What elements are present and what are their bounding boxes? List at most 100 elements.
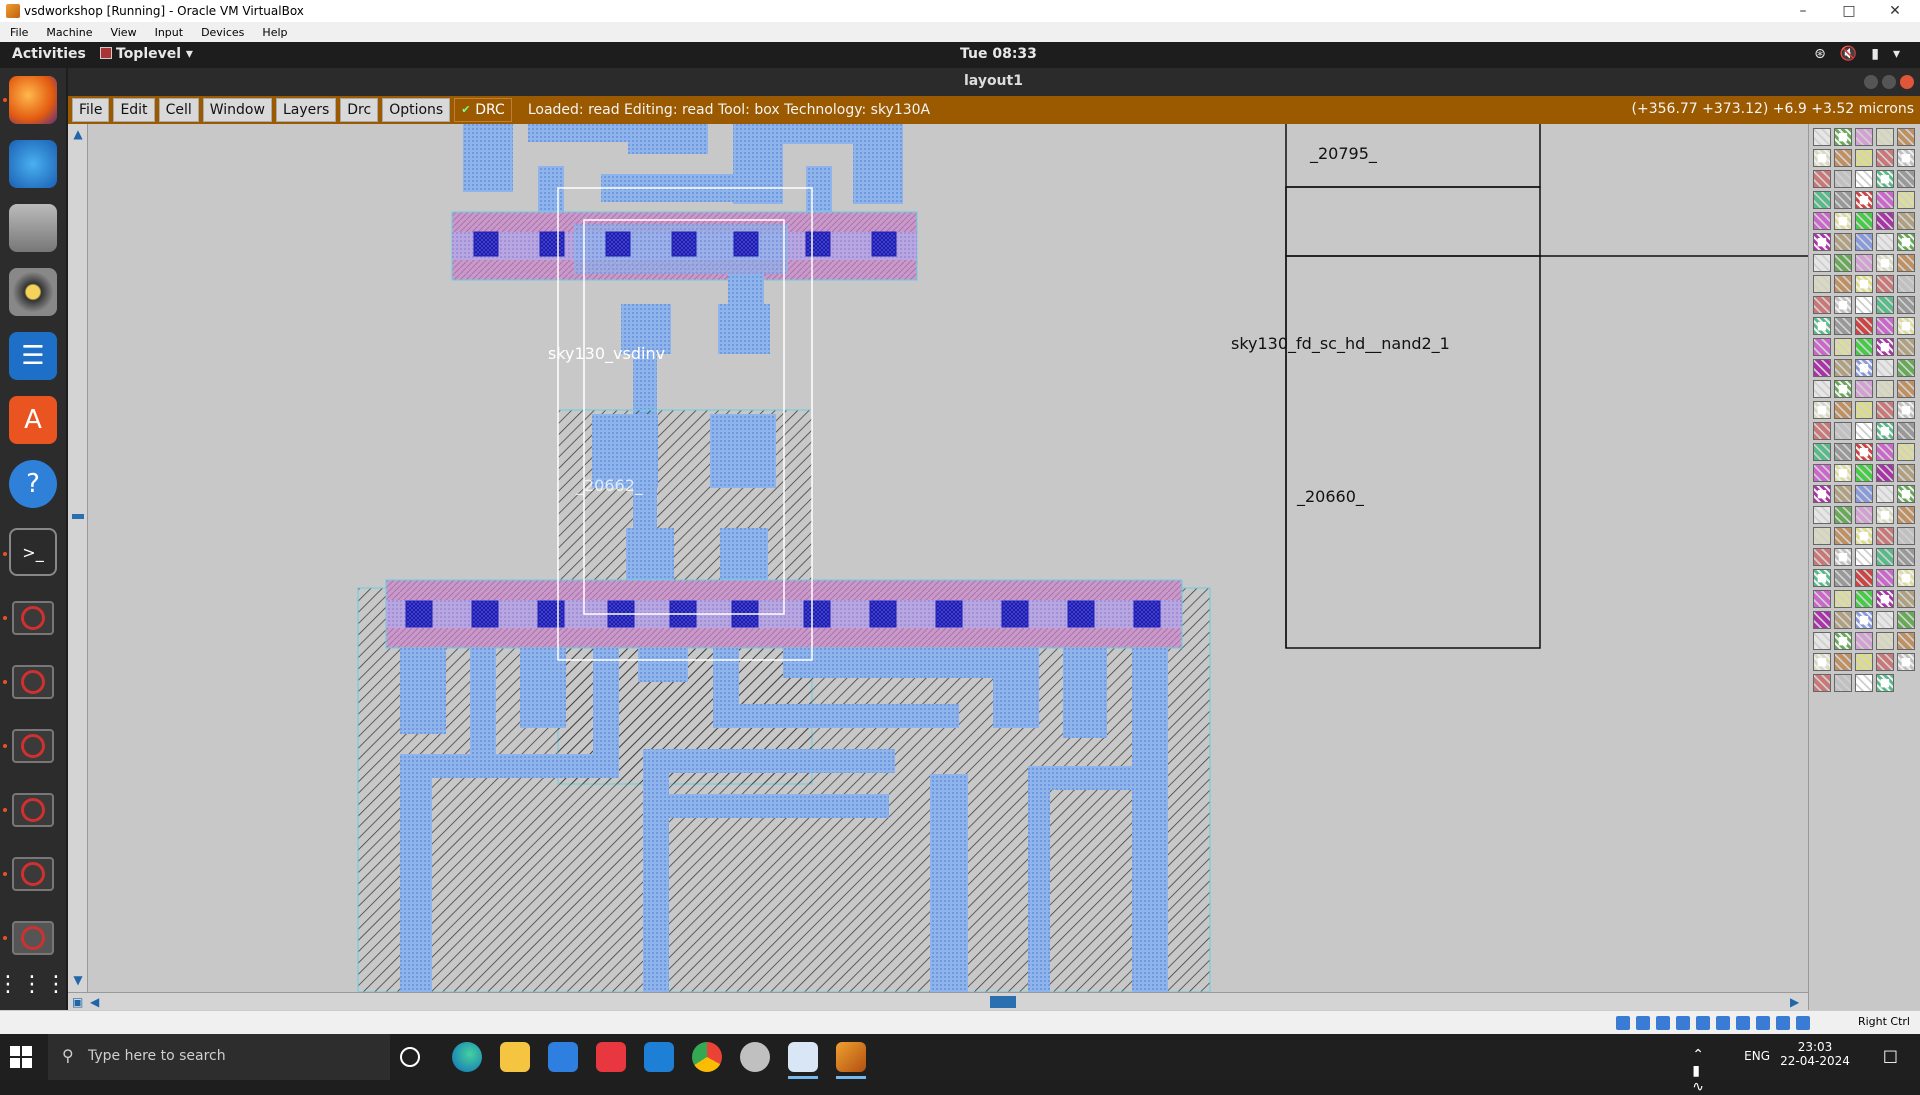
layer-swatch[interactable] <box>1876 128 1894 146</box>
scroll-right-icon[interactable]: ▶ <box>1790 995 1799 1009</box>
windows-start-icon[interactable] <box>10 1046 32 1068</box>
magic-menu-window[interactable]: Window <box>202 98 272 122</box>
scroll-thumb[interactable] <box>990 996 1016 1008</box>
layer-swatch[interactable]: ■ <box>1834 632 1852 650</box>
layer-swatch[interactable] <box>1813 443 1831 461</box>
layer-swatch[interactable]: ■ <box>1855 275 1873 293</box>
layer-swatch[interactable] <box>1813 464 1831 482</box>
layer-swatch[interactable] <box>1834 338 1852 356</box>
layer-swatch[interactable]: ■ <box>1834 212 1852 230</box>
magic-menu-file[interactable]: File <box>72 98 110 122</box>
layer-swatch[interactable] <box>1813 212 1831 230</box>
layer-swatch[interactable]: ■ <box>1813 401 1831 419</box>
layer-swatch[interactable] <box>1855 548 1873 566</box>
layer-swatch[interactable] <box>1834 590 1852 608</box>
layer-swatch[interactable] <box>1897 443 1915 461</box>
layer-swatch[interactable] <box>1876 401 1894 419</box>
layer-swatch[interactable] <box>1897 191 1915 209</box>
cpu-icon[interactable] <box>1776 1016 1790 1030</box>
layer-swatch[interactable] <box>1813 611 1831 629</box>
app-icon[interactable] <box>740 1042 770 1072</box>
layer-swatch[interactable] <box>1897 611 1915 629</box>
layer-swatch[interactable] <box>1876 548 1894 566</box>
mouse-icon[interactable] <box>1796 1016 1810 1030</box>
layer-swatch[interactable] <box>1876 632 1894 650</box>
layer-swatch[interactable] <box>1876 149 1894 167</box>
layout-canvas[interactable]: sky130_vsdinv _20662_ _20795_ sky130_fd_… <box>88 124 1808 992</box>
layer-swatch[interactable] <box>1834 401 1852 419</box>
layer-swatch[interactable] <box>1813 359 1831 377</box>
layer-swatch[interactable] <box>1897 380 1915 398</box>
taskbar-search[interactable]: ⚲ Type here to search <box>48 1034 390 1080</box>
device-icons[interactable] <box>1616 1016 1810 1030</box>
layer-swatch[interactable]: ■ <box>1813 485 1831 503</box>
scroll-left-icon[interactable]: ◀ <box>90 995 99 1009</box>
task-view-icon[interactable] <box>400 1047 420 1067</box>
usb-icon[interactable] <box>1696 1016 1710 1030</box>
software-icon[interactable]: A <box>9 396 57 444</box>
chevron-up-icon[interactable]: ⌃ ▮ ∿ <box>1692 1047 1704 1095</box>
app-menu[interactable]: Toplevel ▾ <box>100 46 193 62</box>
taskbar-clock[interactable]: 23:03 22-04-2024 <box>1780 1040 1850 1068</box>
layer-swatch[interactable] <box>1855 485 1873 503</box>
layer-swatch[interactable] <box>1897 296 1915 314</box>
layer-swatch[interactable] <box>1855 212 1873 230</box>
blocked-app-icon[interactable] <box>12 729 54 763</box>
minimize-icon[interactable] <box>1864 75 1878 89</box>
close-icon[interactable] <box>1900 75 1914 89</box>
blocked-app-icon[interactable] <box>12 601 54 635</box>
layer-swatch[interactable] <box>1834 485 1852 503</box>
layer-swatch[interactable] <box>1855 674 1873 692</box>
vb-menu-machine[interactable]: Machine <box>36 26 100 39</box>
audio-icon[interactable] <box>1656 1016 1670 1030</box>
virtualbox-vm-icon[interactable] <box>836 1042 866 1072</box>
files-icon[interactable] <box>9 204 57 252</box>
terminal-icon[interactable]: >_ <box>9 528 57 576</box>
vb-menu-devices[interactable]: Devices <box>191 26 252 39</box>
layer-swatch[interactable] <box>1834 611 1852 629</box>
layer-swatch[interactable] <box>1813 170 1831 188</box>
magic-menu-cell[interactable]: Cell <box>158 98 199 122</box>
layer-swatch[interactable]: ■ <box>1897 233 1915 251</box>
layer-swatch[interactable] <box>1897 338 1915 356</box>
calendar-app-icon[interactable] <box>596 1042 626 1072</box>
layer-swatch[interactable]: ■ <box>1897 653 1915 671</box>
magic-menu-drc[interactable]: Drc <box>340 98 379 122</box>
layer-swatch[interactable]: ■ <box>1855 191 1873 209</box>
layer-swatch[interactable]: ■ <box>1834 464 1852 482</box>
layer-swatch[interactable] <box>1876 275 1894 293</box>
layer-swatch[interactable]: ■ <box>1876 422 1894 440</box>
layer-swatch[interactable] <box>1834 443 1852 461</box>
layer-swatch[interactable]: ■ <box>1813 149 1831 167</box>
store-icon[interactable] <box>548 1042 578 1072</box>
layer-swatch[interactable] <box>1897 548 1915 566</box>
layer-swatch[interactable] <box>1876 233 1894 251</box>
layer-swatch[interactable]: ■ <box>1897 317 1915 335</box>
layer-swatch[interactable]: ■ <box>1876 338 1894 356</box>
layer-swatch[interactable]: ■ <box>1834 296 1852 314</box>
layer-swatch[interactable] <box>1834 317 1852 335</box>
layer-swatch[interactable] <box>1897 632 1915 650</box>
layer-swatch[interactable] <box>1813 191 1831 209</box>
layer-swatch[interactable]: ■ <box>1855 611 1873 629</box>
layer-palette[interactable]: ■ ■ ■ ■ ■ ■ ■ ■ ■ ■ ■ ■ ■ ■ ■ ■ ■ ■ ■ ■ ■ ■ ■ ■ ■ ■ ■ ■ ■ ■ ■ ■ ■ ■ <box>1808 124 1920 1010</box>
layer-swatch[interactable] <box>1876 317 1894 335</box>
activities-button[interactable]: Activities <box>12 46 86 62</box>
layer-swatch[interactable]: ■ <box>1855 359 1873 377</box>
layer-swatch[interactable]: ■ <box>1834 128 1852 146</box>
layer-swatch[interactable]: ■ <box>1897 149 1915 167</box>
zoom-box-icon[interactable]: ▣ <box>72 995 83 1009</box>
maximize-icon[interactable]: □ <box>1826 0 1872 22</box>
layer-swatch[interactable] <box>1834 149 1852 167</box>
writer-icon[interactable]: ☰ <box>9 332 57 380</box>
layer-swatch[interactable] <box>1876 464 1894 482</box>
layer-swatch[interactable] <box>1813 422 1831 440</box>
layer-swatch[interactable]: ■ <box>1834 380 1852 398</box>
edge-icon[interactable] <box>452 1042 482 1072</box>
magic-menu-layers[interactable]: Layers <box>275 98 337 122</box>
layer-swatch[interactable] <box>1876 653 1894 671</box>
hdd-icon[interactable] <box>1616 1016 1630 1030</box>
layer-swatch[interactable] <box>1813 254 1831 272</box>
show-apps-icon[interactable]: ⋮⋮⋮ <box>0 960 67 1008</box>
vb-menu-help[interactable]: Help <box>252 26 295 39</box>
